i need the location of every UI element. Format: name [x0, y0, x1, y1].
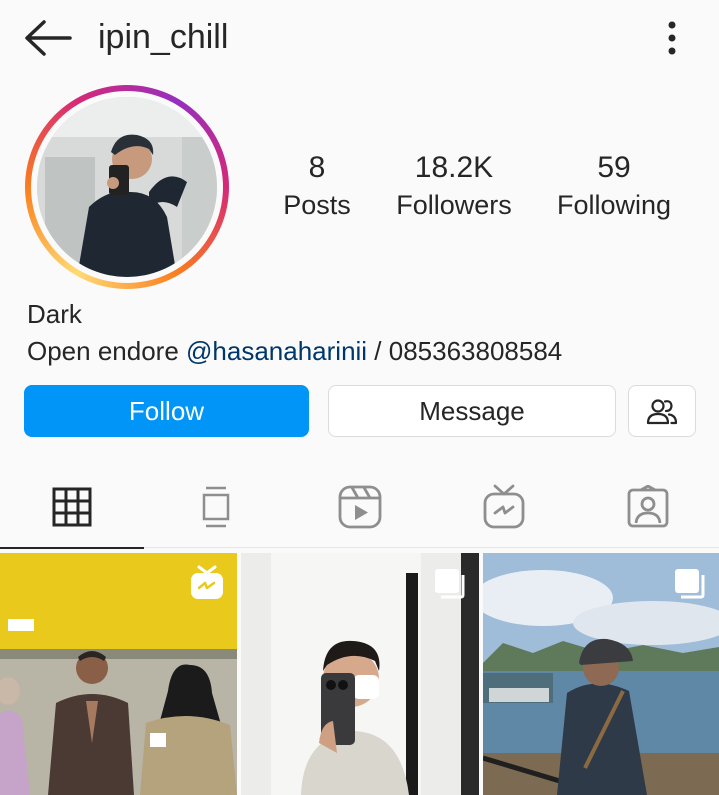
posts-count: 8 [308, 151, 326, 184]
arrow-left-icon [25, 20, 72, 56]
following-count: 59 [597, 151, 631, 184]
tab-igtv[interactable] [432, 466, 576, 548]
followers-stat[interactable]: 18.2K Followers [388, 150, 520, 224]
tab-reels[interactable] [288, 466, 432, 548]
more-options-button[interactable] [656, 16, 688, 60]
followers-label: Followers [396, 190, 512, 220]
post-thumbnail[interactable] [241, 553, 479, 795]
guides-icon [202, 486, 230, 528]
carousel-icon [675, 569, 705, 599]
profile-bio: Open endore @hasanaharinii / 08536380858… [27, 335, 562, 367]
posts-grid [0, 553, 719, 795]
bio-mention-link[interactable]: @hasanaharinii [186, 336, 367, 366]
posts-label: Posts [283, 190, 351, 220]
igtv-icon [483, 484, 525, 529]
tab-posts-grid[interactable] [0, 466, 144, 549]
post-thumbnail[interactable] [483, 553, 719, 795]
carousel-icon [435, 569, 465, 599]
tagged-icon [627, 485, 669, 528]
suggested-accounts-button[interactable] [628, 385, 696, 437]
profile-avatar [37, 97, 217, 277]
reels-icon [338, 485, 382, 529]
follow-button[interactable]: Follow [24, 385, 309, 437]
bio-suffix: / 085363808584 [367, 336, 563, 366]
post-thumbnail[interactable] [0, 553, 237, 795]
more-vertical-icon [668, 21, 676, 55]
grid-icon [52, 487, 92, 526]
profile-display-name: Dark [27, 299, 82, 329]
add-people-icon [646, 399, 678, 425]
tab-guides[interactable] [144, 466, 288, 548]
following-stat[interactable]: 59 Following [548, 150, 680, 224]
top-bar: ipin_chill [0, 0, 719, 78]
profile-tabs [0, 466, 719, 549]
story-ring[interactable] [25, 85, 229, 289]
tab-tagged[interactable] [576, 466, 719, 548]
bio-prefix: Open endore [27, 336, 187, 366]
followers-count: 18.2K [414, 151, 494, 184]
back-button[interactable] [22, 18, 74, 58]
following-label: Following [556, 190, 672, 220]
message-button[interactable]: Message [328, 385, 616, 437]
profile-username: ipin_chill [98, 18, 229, 56]
posts-stat[interactable]: 8 Posts [272, 150, 362, 224]
igtv-icon [191, 565, 223, 599]
